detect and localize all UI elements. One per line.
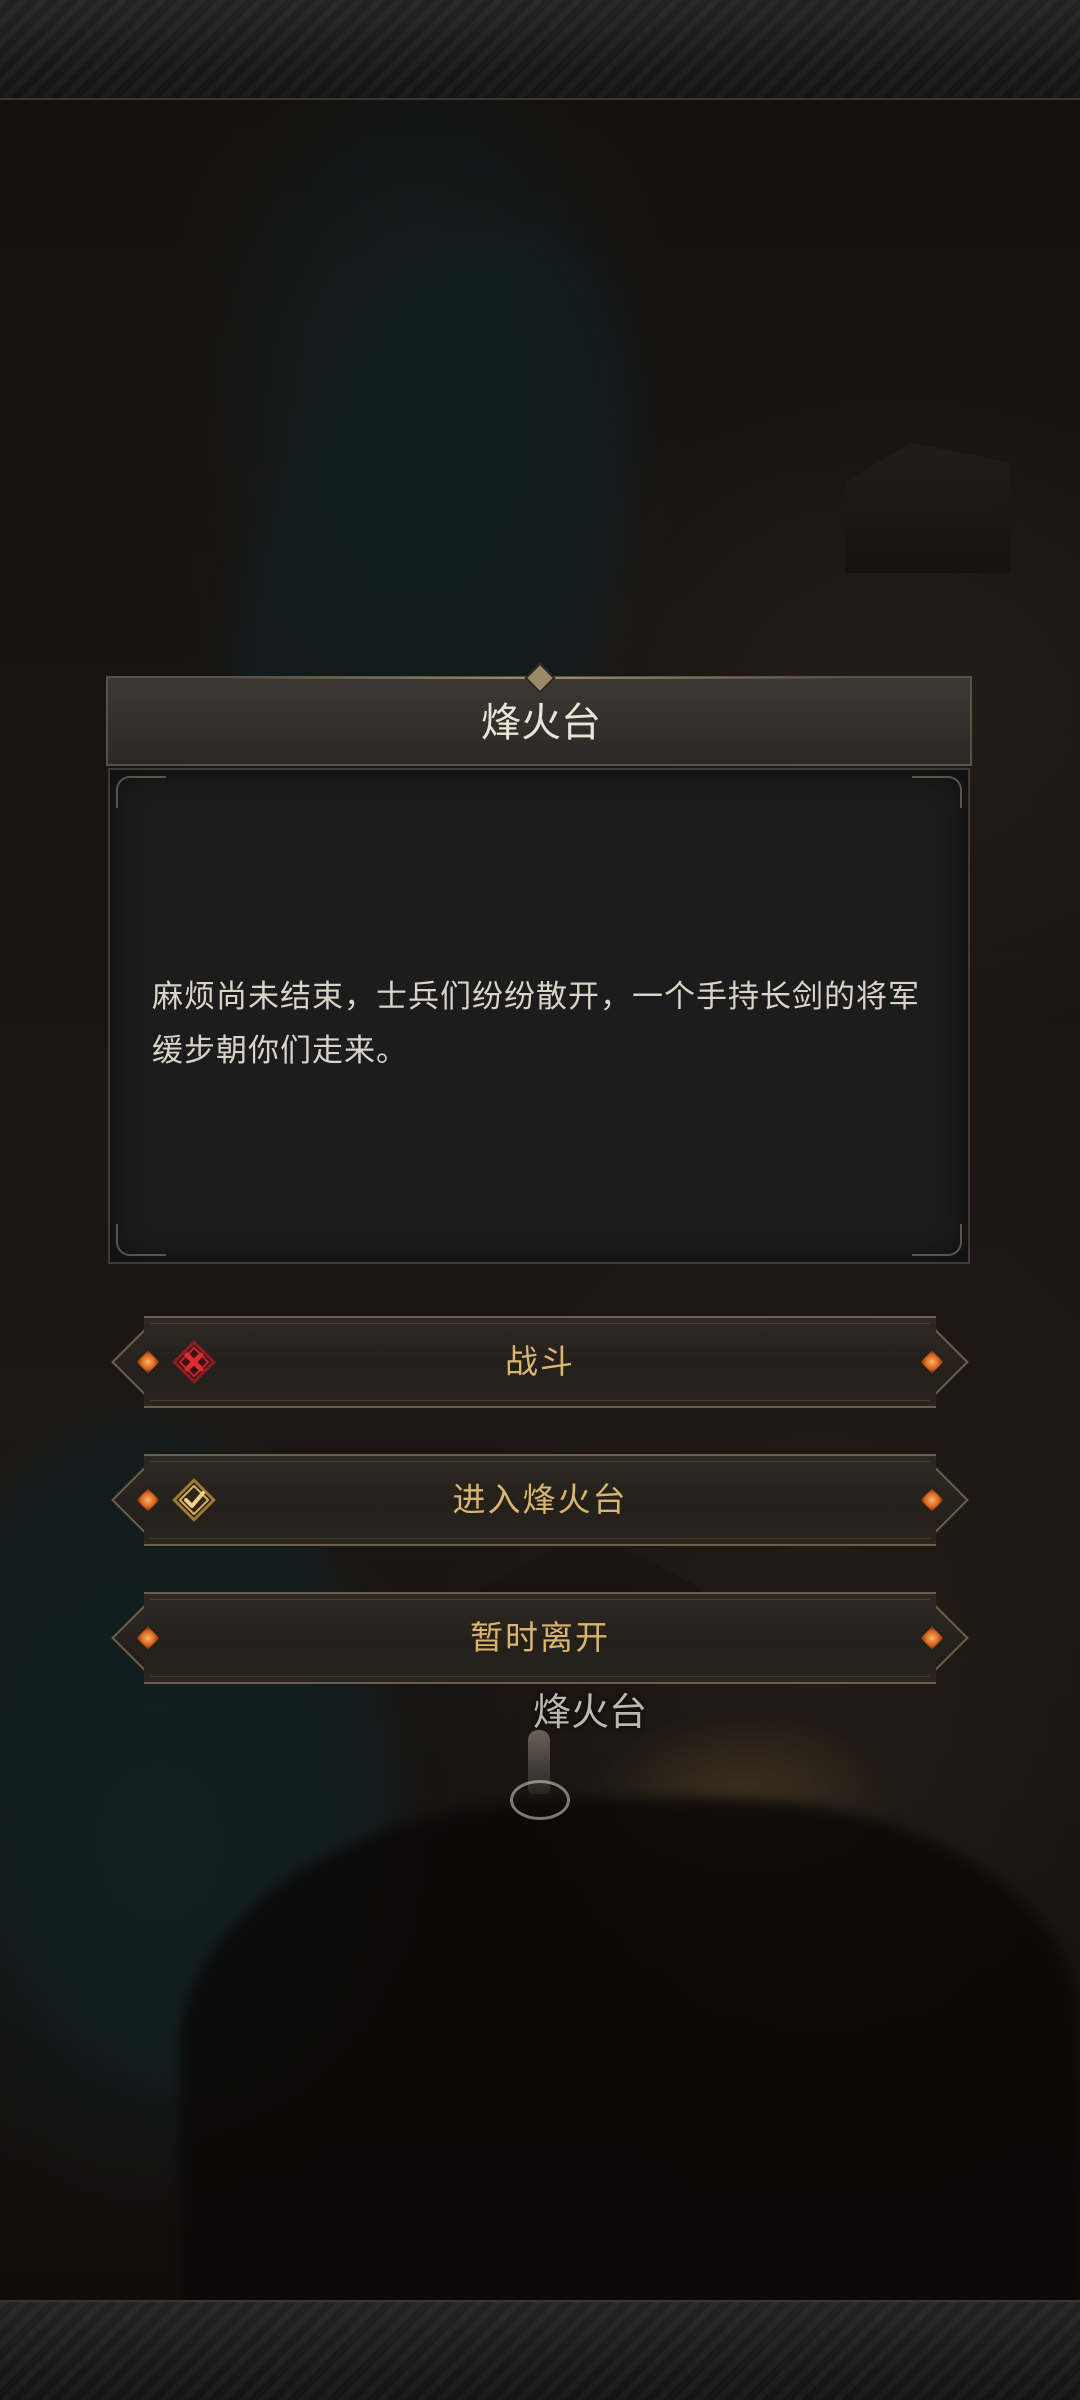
corner-ornament [912,1224,962,1256]
enter-beacon-tower-button[interactable]: 进入烽火台 [111,1454,969,1546]
bottom-ornament-bar [0,2300,1080,2400]
top-ornament-bar [0,0,1080,100]
corner-ornament [116,1224,166,1256]
leave-temporarily-label: 暂时离开 [470,1618,610,1657]
dialog-description: 麻烦尚未结束，士兵们纷纷散开，一个手持长剑的将军缓步朝你们走来。 [152,979,920,1069]
corner-ornament [912,776,962,808]
dialog-body: 麻烦尚未结束，士兵们纷纷散开，一个手持长剑的将军缓步朝你们走来。 [108,768,970,1264]
fight-option-label: 战斗 [505,1342,575,1381]
corner-ornament [116,776,166,808]
player-position-marker [510,1780,570,1820]
event-dialog: 烽火台 麻烦尚未结束，士兵们纷纷散开，一个手持长剑的将军缓步朝你们走来。 [106,662,972,1264]
enter-beacon-tower-label: 进入烽火台 [452,1480,628,1519]
fight-option-button[interactable]: 战斗 [111,1316,969,1408]
leave-temporarily-button[interactable]: 暂时离开 [111,1592,969,1684]
